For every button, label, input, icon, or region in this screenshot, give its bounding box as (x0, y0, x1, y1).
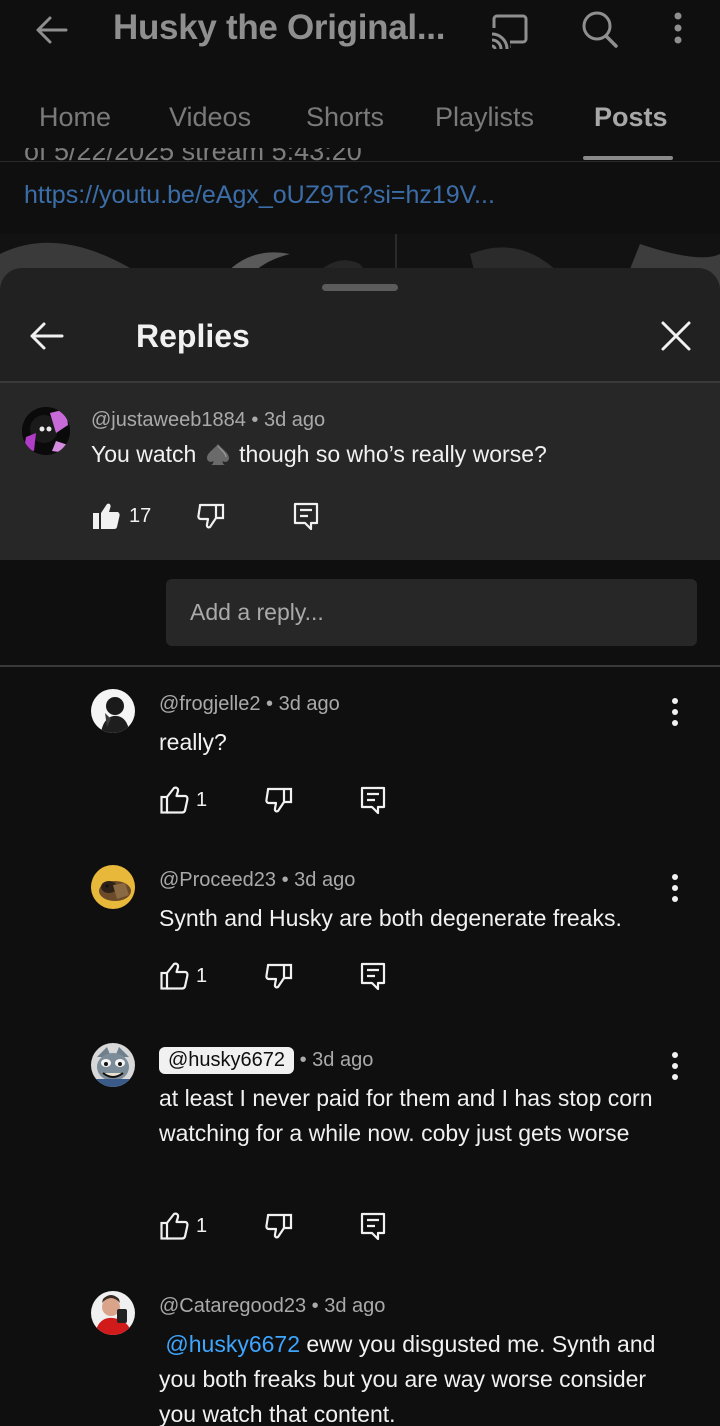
cast-icon[interactable] (488, 10, 532, 50)
like-count: 1 (196, 1215, 208, 1237)
like-count: 17 (129, 505, 152, 527)
post-text-partial: of 5/22/2025 stream 5:43:20 (24, 148, 362, 166)
tab-posts[interactable]: Posts (594, 102, 668, 133)
tab-home[interactable]: Home (39, 102, 111, 133)
list-item: @husky6672 • 3d ago at least I never pai… (0, 1021, 720, 1269)
reply-icon[interactable] (358, 961, 388, 991)
like-icon[interactable] (159, 961, 189, 991)
back-arrow-icon[interactable] (24, 314, 68, 358)
tab-videos[interactable]: Videos (169, 102, 251, 133)
channel-owner-badge[interactable]: @husky6672 (159, 1047, 295, 1074)
spade-icon (205, 442, 231, 466)
avatar[interactable] (22, 407, 70, 455)
comment-author[interactable]: @Cataregood23 (159, 1295, 306, 1317)
like-count: 1 (196, 965, 208, 987)
tab-shorts[interactable]: Shorts (306, 102, 384, 133)
tab-playlists[interactable]: Playlists (435, 102, 534, 133)
comment-time: 3d ago (294, 869, 356, 891)
dislike-icon[interactable] (264, 785, 294, 815)
drag-handle[interactable] (322, 284, 398, 291)
dislike-icon[interactable] (196, 501, 226, 531)
post-link[interactable]: https://youtu.be/eAgx_oUZ9Tc?si=hz19V... (24, 181, 495, 210)
comment-time: 3d ago (324, 1295, 386, 1317)
comment-text: really? (159, 729, 227, 755)
replies-list: @frogjelle2 • 3d ago really? 1 @Proceed2… (0, 667, 720, 1426)
comment-meta: @justaweeb1884 • 3d ago (91, 409, 326, 431)
avatar[interactable] (91, 865, 135, 909)
comment-author[interactable]: @Proceed23 (159, 869, 276, 891)
close-icon[interactable] (656, 316, 696, 356)
like-icon[interactable] (159, 785, 189, 815)
comment-text: You watch though so who’s really worse? (91, 441, 547, 467)
like-count: 1 (196, 789, 208, 811)
comment-author[interactable]: @frogjelle2 (159, 693, 260, 715)
comment-text: @husky6672 eww you disgusted me. Synth a… (159, 1331, 656, 1426)
comment-meta: @frogjelle2 • 3d ago (159, 693, 340, 715)
top-app-bar: Husky the Original... (0, 0, 720, 60)
back-arrow-icon[interactable] (30, 10, 74, 50)
like-icon[interactable] (159, 1211, 189, 1241)
active-tab-indicator (583, 156, 673, 160)
comment-meta: @Proceed23 • 3d ago (159, 869, 356, 891)
more-vert-icon[interactable] (662, 695, 688, 729)
more-vert-icon[interactable] (662, 1049, 688, 1083)
reply-composer (0, 560, 720, 666)
comment-time: 3d ago (312, 1049, 374, 1071)
mention-link[interactable]: @husky6672 (165, 1331, 300, 1357)
comment-text: at least I never paid for them and I has… (159, 1085, 653, 1146)
reply-icon[interactable] (358, 1211, 388, 1241)
channel-title: Husky the Original... (113, 8, 446, 47)
dislike-icon[interactable] (264, 961, 294, 991)
avatar[interactable] (91, 1043, 135, 1087)
dislike-icon[interactable] (264, 1211, 294, 1241)
comment-time: 3d ago (278, 693, 340, 715)
replies-sheet: Replies @justaweeb1884 • 3d ago You watc… (0, 268, 720, 1426)
comment-time: 3d ago (263, 409, 326, 431)
list-item: @Proceed23 • 3d ago Synth and Husky are … (0, 843, 720, 1021)
parent-comment: @justaweeb1884 • 3d ago You watch though… (0, 383, 720, 560)
reply-icon[interactable] (291, 501, 321, 531)
list-item: @frogjelle2 • 3d ago really? 1 (0, 667, 720, 843)
comment-author[interactable]: @justaweeb1884 (91, 409, 246, 431)
like-filled-icon[interactable] (91, 501, 121, 531)
more-vert-icon[interactable] (664, 8, 692, 50)
avatar[interactable] (91, 1291, 135, 1335)
sheet-title: Replies (136, 318, 250, 354)
more-vert-icon[interactable] (662, 871, 688, 905)
avatar[interactable] (91, 689, 135, 733)
reply-icon[interactable] (358, 785, 388, 815)
comment-text: Synth and Husky are both degenerate frea… (159, 905, 622, 931)
channel-page-background: Husky the Original... Home Videos Shorts… (0, 0, 720, 300)
reply-input[interactable] (166, 579, 697, 646)
search-icon[interactable] (578, 8, 622, 50)
list-item: @Cataregood23 • 3d ago @husky6672 eww yo… (0, 1269, 720, 1426)
comment-meta: @husky6672 • 3d ago (159, 1047, 373, 1074)
comment-meta: @Cataregood23 • 3d ago (159, 1295, 386, 1317)
